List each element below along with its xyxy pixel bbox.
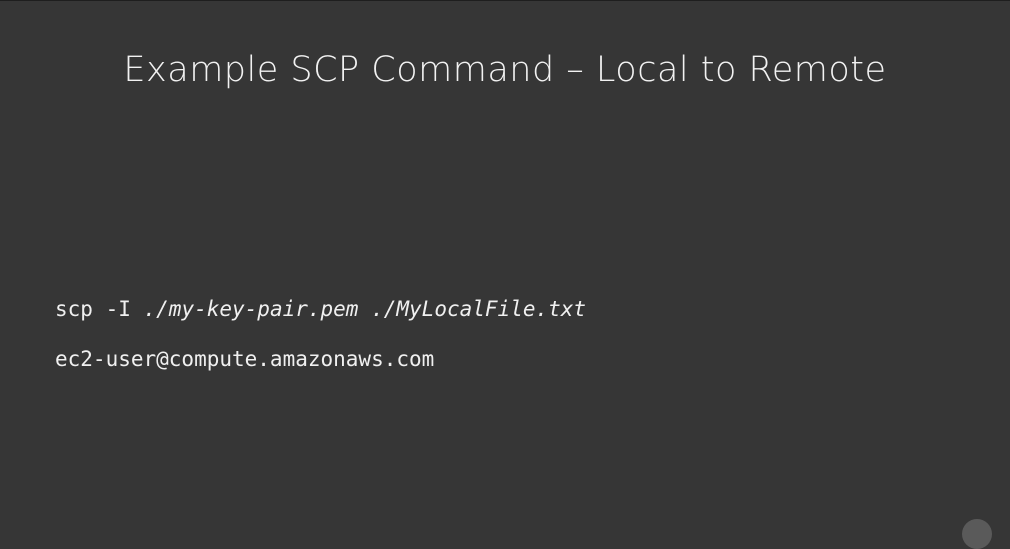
slide: Example SCP Command – Local to Remote sc… <box>0 0 1010 549</box>
command-space <box>358 297 371 321</box>
scp-command-block: scp -I ./my-key-pair.pem ./MyLocalFile.t… <box>55 284 586 384</box>
key-pair-path: ./my-key-pair.pem <box>143 297 359 321</box>
command-prefix: scp -I <box>55 297 144 321</box>
local-file-path: ./MyLocalFile.txt <box>371 297 587 321</box>
slide-title: Example SCP Command – Local to Remote <box>123 50 887 90</box>
slide-nav-indicator[interactable] <box>962 519 992 549</box>
command-line-1: scp -I ./my-key-pair.pem ./MyLocalFile.t… <box>55 284 586 334</box>
command-line-2: ec2-user@compute.amazonaws.com <box>55 347 435 371</box>
